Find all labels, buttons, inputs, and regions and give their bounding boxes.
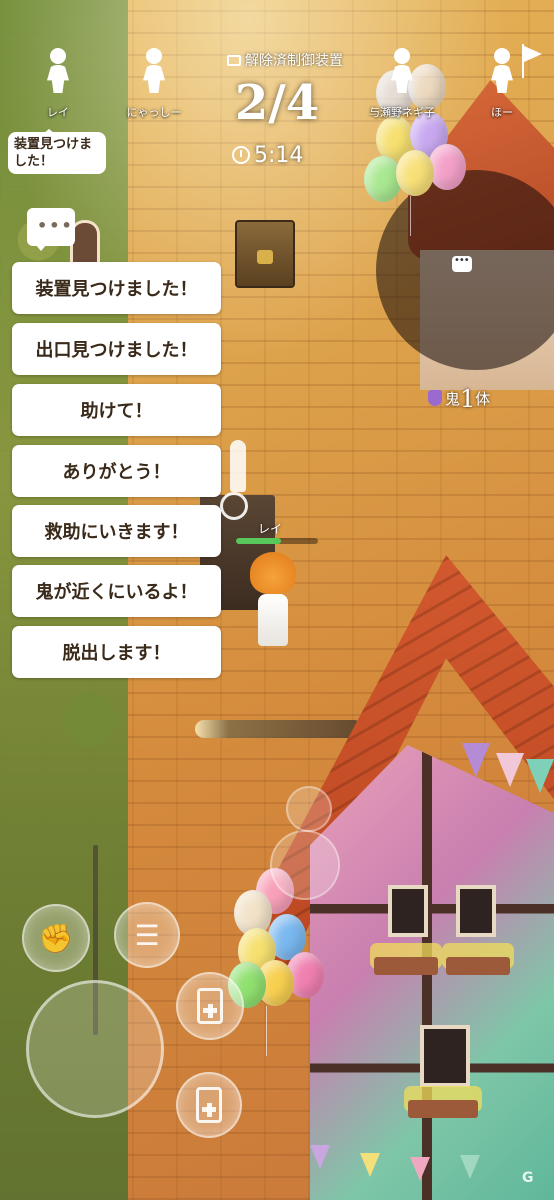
flower-box — [374, 957, 438, 975]
health-card-icon — [197, 988, 223, 1024]
house-window — [388, 885, 428, 937]
item-button-1[interactable] — [176, 972, 244, 1040]
balloon-string — [266, 1006, 267, 1056]
house-window — [420, 1025, 470, 1087]
chat-option-rescue[interactable]: 救助にいきます！ — [12, 505, 221, 557]
flower-box — [446, 957, 510, 975]
demon-icon — [428, 390, 442, 406]
device-label-text: 解除済制御装置 — [245, 53, 343, 69]
timer-value: 5:14 — [254, 143, 304, 168]
chat-option-device-found[interactable]: 装置見つけました！ — [12, 262, 221, 314]
device-progress-count: 2/4 — [234, 75, 320, 131]
bunting-flag — [496, 753, 524, 787]
balloon — [396, 150, 434, 196]
player-slot: にゃっしー — [114, 48, 194, 120]
player-name: レイ — [47, 106, 69, 119]
item-button-2[interactable] — [176, 1072, 242, 1138]
ladder-button[interactable]: ☰ — [114, 902, 180, 968]
player-avatar-icon — [141, 48, 167, 94]
chat-option-help[interactable]: 助けて！ — [12, 384, 221, 436]
ellipsis-icon: ••• — [37, 216, 74, 235]
bunting-flag — [462, 743, 490, 777]
player-avatar-icon — [45, 48, 71, 94]
player-name: ほー — [491, 106, 513, 119]
chat-toggle-button[interactable]: ••• — [27, 208, 75, 251]
enemy-count: 鬼1体 — [428, 385, 538, 413]
player-slot: レイ — [18, 48, 98, 120]
character-name: レイ — [258, 522, 283, 536]
player-character — [248, 550, 298, 655]
flag-icon[interactable] — [520, 44, 544, 78]
player-avatar-icon — [389, 48, 415, 94]
flower-box — [408, 1100, 478, 1118]
chat-option-thanks[interactable]: ありがとう！ — [12, 445, 221, 497]
ladder-icon: ☰ — [134, 918, 160, 952]
fist-icon: ✊ — [38, 921, 74, 955]
stopwatch-icon — [232, 146, 250, 164]
match-timer: 5:14 — [232, 143, 332, 168]
monitor-icon — [227, 55, 241, 66]
character-hp-fill — [236, 538, 282, 544]
faded-button — [270, 830, 340, 900]
player-status-bubble: 装置見つけました！ — [8, 129, 106, 174]
skill-button[interactable]: ✊ — [22, 904, 90, 972]
watermark-logo: G — [522, 1170, 534, 1186]
player-name: にゃっしー — [126, 106, 182, 119]
health-card-icon — [196, 1087, 222, 1123]
chat-option-oni-near[interactable]: 鬼が近くにいるよ！ — [12, 565, 221, 617]
interact-pointer-icon[interactable] — [218, 440, 258, 520]
enemy-unit: 体 — [475, 390, 491, 408]
chat-option-escape[interactable]: 脱出します！ — [12, 626, 221, 678]
chat-marker-icon — [452, 255, 472, 272]
player-avatar-icon — [489, 48, 515, 94]
chat-option-exit-found[interactable]: 出口見つけました！ — [12, 323, 221, 375]
character-hp-bar — [236, 538, 318, 544]
device-label: 解除済制御装置 — [200, 50, 370, 70]
player-slot: 与瀬野ネギ子 — [362, 48, 442, 120]
balloon — [428, 144, 466, 190]
player-name: 与瀬野ネギ子 — [369, 106, 435, 119]
enemy-count-number: 1 — [460, 385, 476, 413]
enemy-label: 鬼 — [445, 390, 461, 408]
virtual-joystick[interactable] — [26, 980, 164, 1118]
control-device-chest[interactable] — [235, 220, 295, 288]
faded-button — [286, 786, 332, 832]
balloon-string — [410, 196, 411, 236]
house-window — [456, 885, 496, 937]
